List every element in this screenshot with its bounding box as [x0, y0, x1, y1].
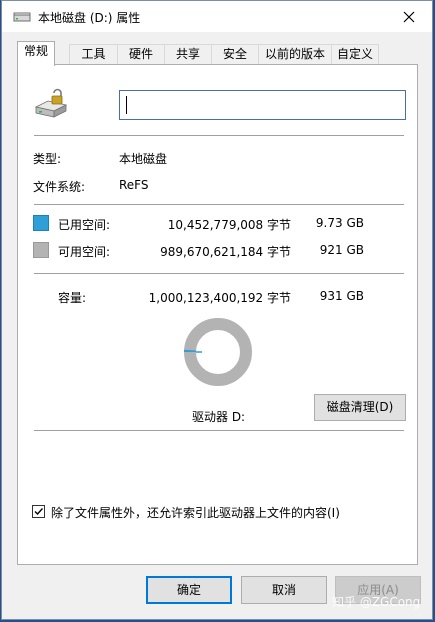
checkmark-icon — [34, 508, 44, 516]
divider — [34, 273, 404, 274]
general-tab-panel: 类型: 本地磁盘 文件系统: ReFS 已用空间: 10,452,779,008… — [17, 64, 418, 565]
free-space-bytes: 989,670,621,184 字节 — [160, 245, 291, 259]
free-space-size: 921 GB — [319, 243, 364, 257]
file-system-value: ReFS — [119, 178, 149, 192]
tab-customize[interactable]: 自定义 — [331, 44, 379, 65]
used-space-swatch — [33, 215, 49, 231]
tab-sharing[interactable]: 共享 — [164, 44, 212, 65]
divider — [34, 430, 404, 431]
title-bar[interactable]: 本地磁盘 (D:) 属性 — [2, 1, 432, 32]
volume-name-field[interactable] — [119, 90, 406, 120]
watermark: 知乎 @ZGCong — [332, 595, 421, 609]
close-button[interactable] — [386, 1, 432, 32]
free-space-swatch — [33, 242, 49, 258]
capacity-size: 931 GB — [319, 289, 364, 303]
tab-previous-versions[interactable]: 以前的版本 — [258, 44, 332, 65]
tab-general[interactable]: 常规 — [17, 41, 55, 66]
properties-dialog: 本地磁盘 (D:) 属性 常规 工具 硬件 共享 安全 以前的版本 自定义 类型… — [1, 0, 433, 620]
cancel-button[interactable]: 取消 — [241, 576, 327, 604]
disk-usage-donut — [184, 318, 252, 386]
free-space-label: 可用空间: — [58, 245, 111, 259]
drive-lock-icon — [34, 88, 68, 118]
window-title: 本地磁盘 (D:) 属性 — [38, 11, 141, 25]
disk-cleanup-button[interactable]: 磁盘清理(D) — [314, 394, 406, 421]
tab-security[interactable]: 安全 — [211, 44, 259, 65]
tab-hardware[interactable]: 硬件 — [117, 44, 165, 65]
drive-letter-label: 驱动器 D: — [192, 410, 246, 424]
index-content-checkbox[interactable] — [32, 505, 45, 518]
divider — [34, 204, 404, 205]
close-icon — [403, 11, 415, 22]
type-label: 类型: — [33, 152, 62, 166]
type-value: 本地磁盘 — [119, 152, 168, 166]
drive-icon — [13, 12, 31, 22]
ok-button[interactable]: 确定 — [146, 576, 232, 604]
used-space-size: 9.73 GB — [315, 216, 364, 230]
capacity-label: 容量: — [58, 291, 87, 305]
used-space-label: 已用空间: — [58, 218, 111, 232]
file-system-label: 文件系统: — [33, 180, 86, 194]
index-content-label[interactable]: 除了文件属性外，还允许索引此驱动器上文件的内容(I) — [51, 504, 340, 521]
tab-tools[interactable]: 工具 — [69, 44, 118, 65]
capacity-bytes: 1,000,123,400,192 字节 — [148, 291, 291, 305]
text-caret — [126, 96, 127, 114]
divider — [34, 135, 404, 136]
used-space-bytes: 10,452,779,008 字节 — [167, 218, 291, 232]
